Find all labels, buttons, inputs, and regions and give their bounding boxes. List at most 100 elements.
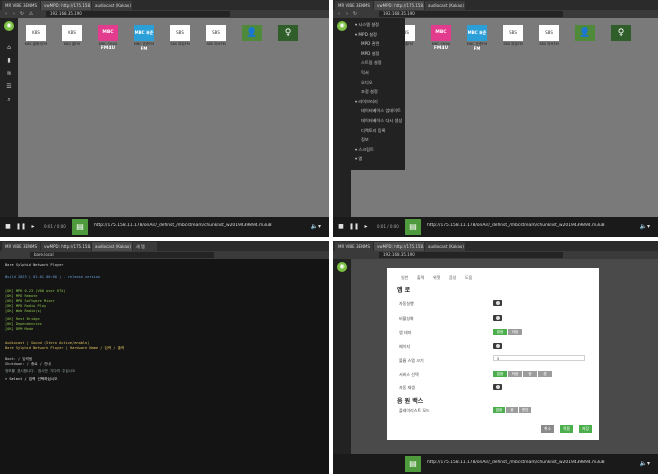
- station-tile[interactable]: 👤: [575, 25, 595, 45]
- dialog-tab[interactable]: 음성: [449, 275, 456, 281]
- url-field[interactable]: 192.168.35.190: [379, 252, 563, 258]
- volume-icon[interactable]: 🔈▾: [311, 223, 321, 230]
- pause-icon[interactable]: ❚❚: [349, 223, 359, 231]
- browser-tab[interactable]: MR VIBE 3ENMS: [2, 242, 40, 251]
- setting-toggle[interactable]: [493, 300, 502, 306]
- stop-icon[interactable]: ■: [4, 223, 12, 231]
- stop-icon[interactable]: ■: [337, 223, 345, 231]
- app-logo-icon[interactable]: ◉: [4, 21, 14, 31]
- station-tile[interactable]: MBC FM4U MBC FM4U: [98, 25, 118, 51]
- menu-item[interactable]: 데이터베이스 업데이트: [361, 108, 401, 114]
- setting-toggle[interactable]: [493, 315, 502, 321]
- next-icon[interactable]: ▸: [29, 223, 37, 231]
- menu-item[interactable]: ▾ 시스템 설정: [355, 22, 379, 28]
- next-icon[interactable]: ▸: [362, 223, 370, 231]
- browser-tab[interactable]: audiocast (Kakao): [92, 1, 132, 10]
- station-tile[interactable]: 👤: [242, 25, 262, 45]
- dialog-tab[interactable]: 일반: [401, 275, 408, 281]
- menu-item[interactable]: 디렉토리 등록: [361, 128, 385, 134]
- chart-icon[interactable]: ▮: [5, 57, 13, 65]
- setting-option[interactable]: 랜덤: [519, 407, 531, 413]
- menu-item[interactable]: MPD 관련: [361, 41, 379, 47]
- url-field[interactable]: 192.168.35.190: [379, 11, 563, 17]
- browser-tab[interactable]: MR VIBE 3ENMS: [2, 1, 40, 10]
- menu-item[interactable]: ▾ 앱: [355, 156, 362, 162]
- menu-item[interactable]: ▾ 라이브러리: [355, 99, 378, 105]
- station-caption: SBS 러브FM: [206, 42, 226, 46]
- setting-option[interactable]: 어둠: [508, 329, 522, 335]
- forward-icon[interactable]: ›: [11, 11, 17, 17]
- url-field[interactable]: bare.local: [30, 252, 214, 258]
- back-icon[interactable]: ‹: [336, 11, 342, 17]
- menu-item[interactable]: ▾ MPD 설정: [355, 32, 377, 38]
- stream-url: http://175.158.11.178/onAir/_definst_/mb…: [94, 223, 272, 228]
- forward-icon[interactable]: ›: [344, 11, 350, 17]
- menu-item[interactable]: ▾ 스크립트: [355, 147, 374, 153]
- radio-icon[interactable]: ▤: [405, 219, 421, 235]
- screen-home: MR VIBE 3ENMS vwMPD: http://175.158.11.1…: [0, 0, 329, 237]
- browser-tab-active[interactable]: vwMPD: http://175.158.11.178: [374, 242, 424, 251]
- menu-item[interactable]: 스트림 설정: [361, 60, 382, 66]
- station-tile[interactable]: SBS SBS 파워FM: [503, 25, 523, 46]
- radio-icon[interactable]: ▤: [72, 219, 88, 235]
- setting-option[interactable]: 밝음: [493, 329, 507, 335]
- station-tile[interactable]: ♀: [611, 25, 631, 45]
- station-tile[interactable]: KBSKBS 쿨FM: [62, 25, 82, 46]
- station-tile[interactable]: KBSKBS 클래식FM: [25, 25, 47, 46]
- volume-step-input[interactable]: 5: [493, 355, 585, 361]
- setting-option[interactable]: 큼: [538, 371, 552, 377]
- cancel-button[interactable]: 취소: [541, 425, 554, 433]
- dialog-tab[interactable]: 위젯: [433, 275, 440, 281]
- reload-icon[interactable]: ↻: [352, 11, 358, 17]
- browser-tab-active[interactable]: vwMPD: http://175.158.11.178: [374, 1, 424, 10]
- setting-option[interactable]: 없음: [493, 371, 507, 377]
- apply-button[interactable]: 적용: [560, 425, 573, 433]
- setting-option[interactable]: 중: [506, 407, 518, 413]
- menu-item[interactable]: 믹서: [361, 70, 369, 76]
- setting-option[interactable]: 없음: [493, 407, 505, 413]
- browser-tab[interactable]: audiocast (Kakao): [425, 242, 465, 251]
- browser-tab[interactable]: audiocast (Kakao): [425, 1, 465, 10]
- app-logo-icon[interactable]: ◉: [337, 21, 347, 31]
- setting-option[interactable]: 중: [523, 371, 537, 377]
- radio-icon[interactable]: ▤: [405, 456, 421, 472]
- menu-item[interactable]: 정보: [361, 137, 369, 143]
- menu-item[interactable]: 데이터베이스 다시 생성: [361, 118, 402, 124]
- browser-tab-active[interactable]: audiocast (Kakao): [92, 242, 132, 251]
- station-tile[interactable]: SBS SBS 러브FM: [539, 25, 559, 46]
- setting-option[interactable]: 작음: [508, 371, 522, 377]
- browser-tab[interactable]: MR VIBE 3ENMS: [335, 242, 373, 251]
- save-button[interactable]: 저장: [579, 425, 592, 433]
- browser-tab-bar: MR VIBE 3ENMS vwMPD: http://175.158.11.1…: [333, 0, 658, 10]
- terminal-line: 정보를 표시합니다. 잠시만 기다려 주십시오: [5, 369, 76, 373]
- back-icon[interactable]: ‹: [3, 11, 9, 17]
- reload-icon[interactable]: ↻: [19, 11, 25, 17]
- radio-icon[interactable]: ≋: [5, 70, 13, 78]
- browser-tab[interactable]: 새 탭: [133, 242, 157, 251]
- pause-icon[interactable]: ❚❚: [16, 223, 26, 231]
- home-icon[interactable]: ⌂: [5, 44, 13, 52]
- menu-item[interactable]: 조정 설정: [361, 89, 378, 95]
- app-logo-icon[interactable]: ◉: [337, 262, 347, 272]
- browser-tab-active[interactable]: vwMPD: http://175.158.11.178: [41, 1, 91, 10]
- volume-icon[interactable]: 🔈▾: [640, 223, 650, 230]
- station-tile[interactable]: SBS SBS 파워FM: [170, 25, 190, 46]
- station-tile[interactable]: MBC 표준FM MBC 표준FM: [467, 25, 487, 51]
- volume-icon[interactable]: 🔈▾: [640, 460, 650, 467]
- setting-label: 자동실행: [399, 301, 414, 306]
- search-icon[interactable]: ⌕: [5, 96, 13, 104]
- browser-tab[interactable]: vwMPD: http://175.158.11.178: [41, 242, 91, 251]
- menu-item[interactable]: MPD 설정: [361, 51, 379, 57]
- setting-toggle[interactable]: [493, 384, 502, 390]
- station-tile[interactable]: SBS SBS 러브FM: [206, 25, 226, 46]
- station-tile[interactable]: MBC 표준FM MBC 표준FM: [134, 25, 154, 51]
- station-tile[interactable]: MBC FM4U MBC FM4U: [431, 25, 451, 51]
- menu-item[interactable]: 오디오: [361, 80, 373, 86]
- url-field[interactable]: 192.168.35.190: [46, 11, 230, 17]
- dialog-tab[interactable]: 출력: [417, 275, 424, 281]
- station-tile[interactable]: ♀: [278, 25, 298, 45]
- browser-tab[interactable]: MR VIBE 3ENMS: [335, 1, 373, 10]
- playlist-icon[interactable]: ☰: [5, 83, 13, 91]
- setting-toggle[interactable]: [493, 343, 502, 349]
- dialog-tab[interactable]: 도움: [465, 275, 472, 281]
